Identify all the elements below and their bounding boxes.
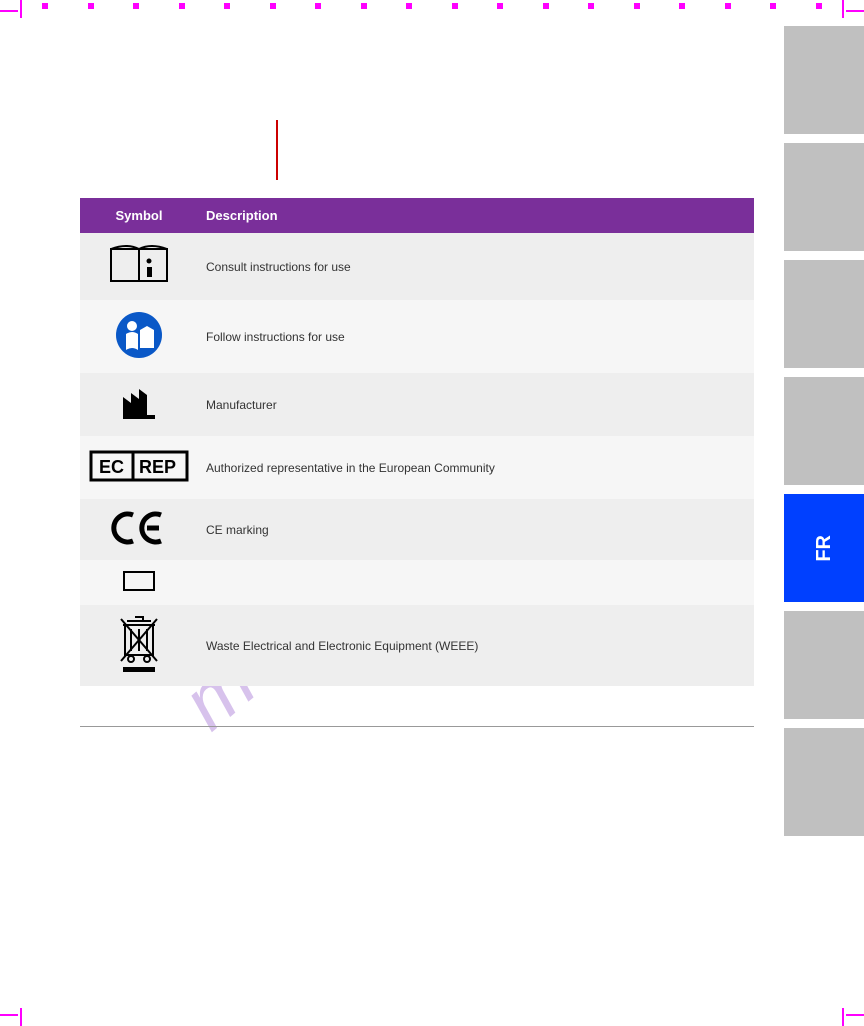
footer-rule	[80, 726, 754, 727]
svg-text:EC: EC	[99, 457, 124, 477]
table-header-description: Description	[198, 198, 754, 233]
table-header-symbol: Symbol	[80, 198, 198, 233]
table-row: CE marking	[80, 499, 754, 560]
crop-mark	[846, 10, 864, 12]
page-body: Symbol Description Consult instructions …	[80, 120, 754, 727]
manual-icon	[109, 243, 169, 290]
crop-mark	[0, 1014, 18, 1016]
sidebar-tab-7[interactable]	[784, 728, 864, 836]
table-row: EC REP Authorized representative in the E…	[80, 436, 754, 499]
table-cell-desc: Waste Electrical and Electronic Equipmen…	[198, 605, 754, 686]
crop-mark	[20, 1008, 22, 1026]
crop-mark	[846, 1014, 864, 1016]
svg-text:REP: REP	[139, 457, 176, 477]
table-cell-desc: Consult instructions for use	[198, 233, 754, 300]
sidebar-tab-5[interactable]: FR	[784, 494, 864, 602]
table-cell-desc: CE marking	[198, 499, 754, 560]
crop-mark	[842, 0, 844, 18]
sidebar-tab-label: FR	[813, 535, 836, 562]
table-row	[80, 560, 754, 605]
crop-mark	[20, 0, 22, 18]
crop-mark	[0, 10, 18, 12]
table-cell-desc: Follow instructions for use	[198, 300, 754, 373]
symbols-table: Symbol Description Consult instructions …	[80, 198, 754, 686]
sidebar-tab-3[interactable]	[784, 260, 864, 368]
crop-mark	[842, 1008, 844, 1026]
weee-icon	[117, 615, 161, 676]
table-cell-desc: Authorized representative in the Europea…	[198, 436, 754, 499]
ec-rep-icon: EC REP	[89, 446, 189, 489]
sidebar-tab-1[interactable]	[784, 26, 864, 134]
language-sidebar: FR	[784, 26, 864, 836]
registration-dots	[42, 3, 822, 11]
sidebar-tab-6[interactable]	[784, 611, 864, 719]
table-row: Waste Electrical and Electronic Equipmen…	[80, 605, 754, 686]
sidebar-tab-2[interactable]	[784, 143, 864, 251]
ce-mark-icon	[111, 509, 167, 550]
table-row: Manufacturer	[80, 373, 754, 436]
table-row: Follow instructions for use	[80, 300, 754, 373]
table-row: Consult instructions for use	[80, 233, 754, 300]
read-manual-icon	[114, 310, 164, 363]
table-cell-desc	[198, 560, 754, 605]
manufacturer-icon	[119, 383, 159, 426]
callout-text	[284, 126, 754, 186]
sidebar-tab-4[interactable]	[784, 377, 864, 485]
rectangle-icon	[122, 570, 156, 595]
table-cell-desc: Manufacturer	[198, 373, 754, 436]
